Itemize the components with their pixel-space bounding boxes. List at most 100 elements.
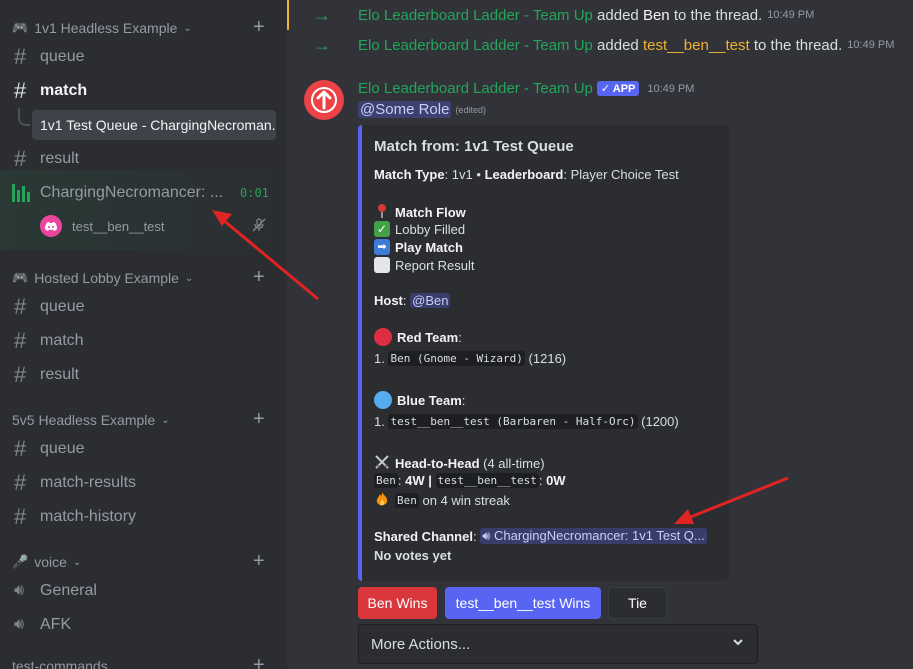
check-icon: ✓	[374, 221, 390, 237]
sidebar-item-voice-channel[interactable]: ChargingNecromancer: ... 0:01	[8, 178, 278, 208]
thread-label: 1v1 Test Queue - ChargingNecroman...	[40, 117, 276, 133]
test-wins-button[interactable]: test__ben__test Wins	[445, 587, 601, 619]
tie-button[interactable]: Tie	[608, 587, 667, 619]
role-mention[interactable]: @Some Role	[358, 101, 452, 118]
sidebar-item-result[interactable]: # result	[8, 360, 278, 390]
voice-channel-label: ChargingNecromancer: ...	[40, 184, 224, 201]
record: 0W	[546, 473, 566, 488]
sys-author[interactable]: Elo Leaderboard Ladder - Team Up	[358, 37, 593, 54]
category-hosted-lobby[interactable]: 🎮 Hosted Lobby Example ⌄	[12, 268, 193, 288]
system-message: → Elo Leaderboard Ladder - Team Up added…	[287, 30, 913, 60]
player-rating: (1216)	[528, 351, 567, 366]
host-line: Host: @Ben	[374, 293, 451, 308]
sidebar-item-match[interactable]: # match	[8, 326, 278, 356]
bot-avatar[interactable]	[304, 80, 344, 120]
timestamp: 10:49 PM	[647, 82, 695, 95]
sidebar-item-match-history[interactable]: # match-history	[8, 502, 278, 532]
gamepad-icon: 🎮	[12, 270, 29, 285]
add-channel-icon[interactable]: +	[253, 267, 265, 287]
sidebar-item-thread[interactable]: 1v1 Test Queue - ChargingNecroman...	[32, 110, 276, 140]
ben-wins-button[interactable]: Ben Wins	[358, 587, 437, 619]
field-value: Player Choice Test	[570, 167, 679, 182]
message-author[interactable]: Elo Leaderboard Ladder - Team Up	[358, 80, 593, 97]
host-mention[interactable]: @Ben	[410, 293, 451, 308]
flow-title: Match Flow	[395, 205, 466, 220]
player-code: test__ben__test	[435, 473, 539, 488]
flow-step: Report Result	[374, 257, 474, 273]
add-channel-icon[interactable]: +	[253, 551, 265, 571]
sidebar-item-general-voice[interactable]: 🔊︎ General	[8, 576, 278, 606]
add-channel-icon[interactable]: +	[253, 409, 265, 429]
hash-icon: #	[14, 470, 27, 495]
app-badge: ✓ APP	[596, 81, 640, 96]
channel-mention[interactable]: 🔊︎ ChargingNecromancer: 1v1 Test Q...	[480, 528, 707, 544]
more-actions-select[interactable]: More Actions...	[358, 624, 758, 664]
voice-timer: 0:01	[240, 186, 269, 200]
arrow-right-icon: →	[313, 34, 331, 55]
speaker-icon: 🔊︎	[14, 582, 25, 599]
channel-label: match-results	[40, 474, 137, 491]
player-rating: (1200)	[641, 414, 679, 429]
blue-team-title: Blue Team:	[374, 391, 465, 409]
channel-label: queue	[40, 48, 85, 65]
fire-icon	[374, 491, 390, 510]
microphone-icon: 🎤	[12, 554, 29, 569]
separator: |	[428, 473, 432, 488]
sidebar-item-queue[interactable]: # queue	[8, 42, 278, 72]
button-label: test__ben__test Wins	[455, 595, 591, 611]
category-5v5-headless[interactable]: 5v5 Headless Example ⌄	[12, 410, 170, 430]
voice-user[interactable]: test__ben__test	[40, 213, 276, 239]
add-channel-icon[interactable]: +	[253, 17, 265, 37]
shared-channel-line: Shared Channel: 🔊︎ ChargingNecromancer: …	[374, 528, 707, 544]
field-label: Match Type	[374, 167, 445, 182]
app-badge-label: APP	[612, 83, 636, 95]
flow-step-label: Report Result	[395, 257, 475, 273]
hash-icon: #	[14, 78, 27, 103]
sidebar-item-queue[interactable]: # queue	[8, 434, 278, 464]
arrow-right-icon: →	[313, 4, 331, 25]
sys-user[interactable]: Ben	[643, 7, 670, 24]
category-label: test-commands	[12, 658, 108, 669]
sidebar-item-match-results[interactable]: # match-results	[8, 468, 278, 498]
category-label: 1v1 Headless Example	[34, 20, 178, 36]
button-label: Tie	[628, 595, 647, 611]
message-area: → Elo Leaderboard Ladder - Team Up added…	[287, 0, 913, 669]
voice-user-name: test__ben__test	[72, 218, 165, 234]
add-channel-icon[interactable]: +	[253, 655, 265, 669]
field-value: 1v1	[451, 167, 473, 182]
flow-step: ➡ Play Match	[374, 239, 463, 255]
record: 4W	[405, 473, 425, 488]
player-code: Ben (Gnome - Wizard)	[388, 351, 525, 366]
empty-box-icon	[374, 257, 390, 273]
field-label: Shared Channel	[374, 528, 473, 544]
player-code: Ben	[374, 473, 398, 488]
category-test-commands[interactable]: test-commands	[12, 656, 108, 669]
channel-label: General	[40, 582, 97, 599]
chevron-down-icon	[731, 635, 745, 653]
category-1v1-headless[interactable]: 🎮 1v1 Headless Example ⌄	[12, 18, 192, 38]
h2h-label: Head-to-Head	[395, 456, 480, 471]
message-content: @Some Role (edited)	[358, 101, 486, 118]
sidebar-item-queue[interactable]: # queue	[8, 292, 278, 322]
blue-team-player: 1. test__ben__test (Barbaren - Half-Orc)…	[374, 414, 679, 429]
sys-author[interactable]: Elo Leaderboard Ladder - Team Up	[358, 7, 593, 24]
crossed-swords-icon	[374, 454, 390, 473]
sidebar-item-afk-voice[interactable]: 🔊︎ AFK	[8, 610, 278, 640]
system-message: → Elo Leaderboard Ladder - Team Up added…	[287, 0, 913, 30]
up-arrow-icon	[311, 87, 337, 113]
votes-status: No votes yet	[374, 548, 452, 563]
field-label: Host	[374, 293, 403, 308]
sidebar-item-match[interactable]: # match	[8, 76, 278, 106]
field-label: Leaderboard	[484, 167, 564, 182]
speaker-icon: 🔊︎	[14, 616, 25, 633]
sys-user[interactable]: test__ben__test	[643, 37, 750, 54]
chevron-down-icon: ⌄	[183, 22, 192, 34]
red-circle-icon	[374, 328, 392, 346]
embed-title: Match from: 1v1 Test Queue	[374, 138, 574, 155]
red-team-player: 1. Ben (Gnome - Wizard) (1216)	[374, 351, 566, 366]
channel-mention-label: ChargingNecromancer: 1v1 Test Q...	[494, 528, 705, 543]
thread-connector	[18, 108, 30, 126]
flow-step: ✓ Lobby Filled	[374, 221, 465, 237]
category-voice[interactable]: 🎤 voice ⌄	[12, 552, 81, 572]
list-number: 1.	[374, 351, 385, 366]
